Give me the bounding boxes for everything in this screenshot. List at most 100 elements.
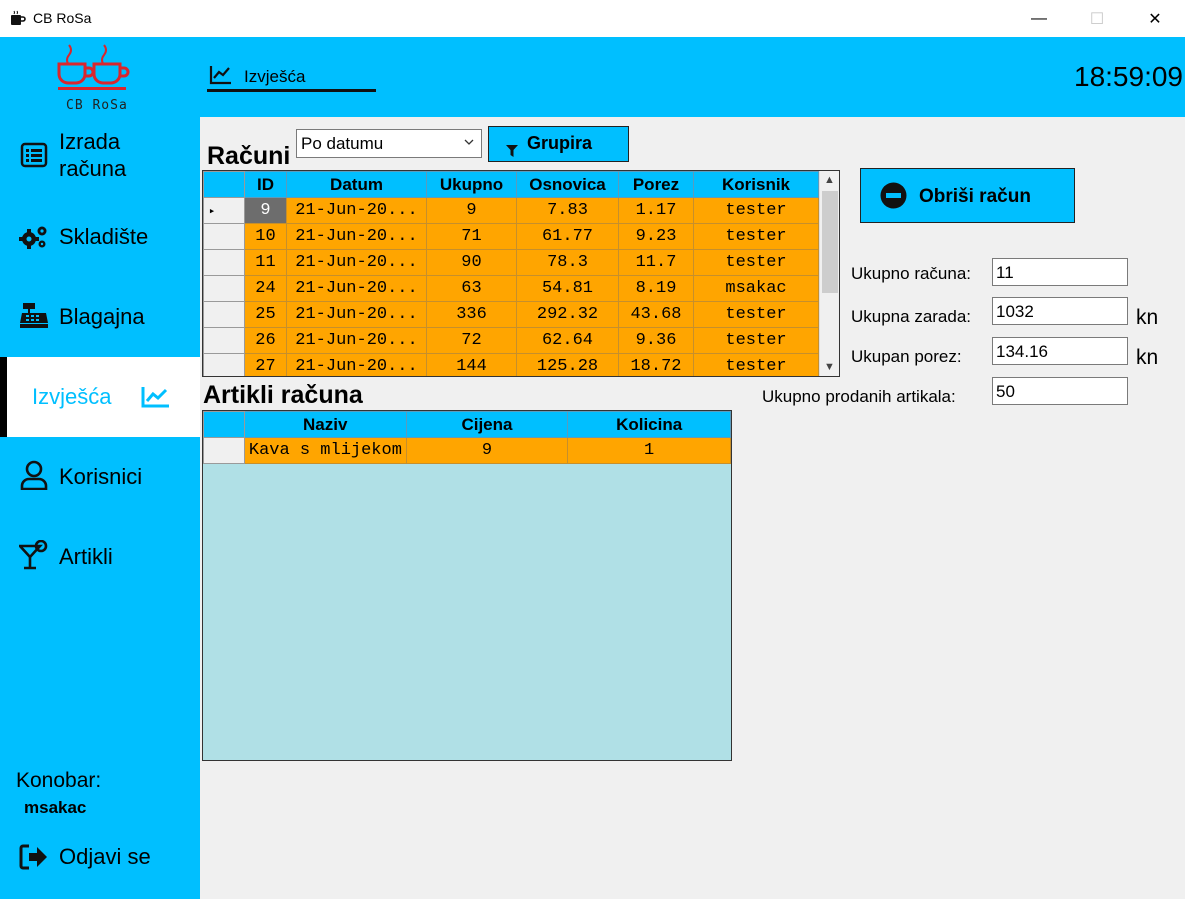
table-cell[interactable]: 61.77 <box>516 223 619 250</box>
row-header[interactable] <box>203 275 245 302</box>
sidebar-item-skladiste[interactable]: Skladište <box>0 197 200 277</box>
column-header[interactable]: Naziv <box>243 411 407 438</box>
table-cell[interactable]: 21-Jun-20... <box>286 197 427 224</box>
sidebar-item-blagajna[interactable]: Blagajna <box>0 277 200 357</box>
table-cell[interactable]: 21-Jun-20... <box>286 353 427 376</box>
currency-label: kn <box>1136 346 1159 369</box>
cocktail-icon <box>18 539 50 571</box>
close-button[interactable]: ✕ <box>1126 0 1184 37</box>
table-cell[interactable]: 78.3 <box>516 249 619 276</box>
row-header[interactable] <box>203 353 245 376</box>
column-header[interactable]: Datum <box>286 171 427 198</box>
table-row[interactable]: Kava s mlijekom 9 1 <box>203 437 731 464</box>
column-header[interactable]: Kolicina <box>567 411 731 438</box>
table-row[interactable]: ▸ 9 21-Jun-20... 9 7.83 1.17 tester <box>203 197 819 224</box>
column-header[interactable]: Korisnik <box>693 171 819 198</box>
table-cell[interactable]: 292.32 <box>516 301 619 328</box>
vertical-scrollbar[interactable]: ▲ ▼ <box>819 171 839 376</box>
table-cell[interactable]: tester <box>693 249 819 276</box>
total-bills-label: Ukupno računa: <box>851 264 972 283</box>
table-row[interactable]: 24 21-Jun-20... 63 54.81 8.19 msakac <box>203 275 819 302</box>
group-by-select[interactable]: Po datumu <box>296 129 482 158</box>
sidebar-item-izvjesca[interactable]: Izvješća <box>0 357 200 437</box>
table-cell[interactable]: tester <box>693 353 819 376</box>
sidebar-item-artikli[interactable]: Artikli <box>0 517 200 597</box>
tab-izvjesca[interactable]: Izvješća <box>207 58 376 92</box>
table-cell[interactable]: 25 <box>244 301 287 328</box>
table-cell[interactable]: tester <box>693 223 819 250</box>
table-cell[interactable]: msakac <box>693 275 819 302</box>
row-header[interactable] <box>203 301 245 328</box>
table-cell[interactable]: 9 <box>405 437 569 464</box>
table-cell[interactable]: 72 <box>426 327 517 354</box>
table-cell[interactable]: 63 <box>426 275 517 302</box>
table-cell[interactable]: 71 <box>426 223 517 250</box>
table-cell[interactable]: tester <box>693 197 819 224</box>
row-header[interactable] <box>203 249 245 276</box>
table-cell[interactable]: 1 <box>567 437 731 464</box>
table-cell[interactable]: 9 <box>244 197 287 224</box>
table-cell[interactable]: Kava s mlijekom <box>243 437 407 464</box>
table-cell[interactable]: 54.81 <box>516 275 619 302</box>
scroll-thumb[interactable] <box>822 191 838 293</box>
total-bills-field[interactable]: 11 <box>992 258 1128 286</box>
sidebar-item-korisnici[interactable]: Korisnici <box>0 437 200 517</box>
table-cell[interactable]: 11.7 <box>618 249 694 276</box>
total-earnings-field[interactable]: 1032 <box>992 297 1128 325</box>
scroll-down-icon[interactable]: ▼ <box>824 361 835 373</box>
column-header[interactable]: ID <box>244 171 287 198</box>
table-cell[interactable]: 11 <box>244 249 287 276</box>
table-row[interactable]: 27 21-Jun-20... 144 125.28 18.72 tester <box>203 353 819 376</box>
table-cell[interactable]: 21-Jun-20... <box>286 249 427 276</box>
column-header[interactable]: Ukupno <box>426 171 517 198</box>
table-cell[interactable]: 9.36 <box>618 327 694 354</box>
column-header[interactable]: Porez <box>618 171 694 198</box>
column-header[interactable]: Osnovica <box>516 171 619 198</box>
table-row[interactable]: 10 21-Jun-20... 71 61.77 9.23 tester <box>203 223 819 250</box>
table-cell[interactable]: 21-Jun-20... <box>286 301 427 328</box>
table-cell[interactable]: 7.83 <box>516 197 619 224</box>
table-cell[interactable]: 26 <box>244 327 287 354</box>
sidebar-item-izrada-racuna[interactable]: Izrada računa <box>0 117 200 197</box>
maximize-button[interactable]: ☐ <box>1068 0 1126 37</box>
table-cell[interactable]: tester <box>693 327 819 354</box>
table-cell[interactable]: 21-Jun-20... <box>286 327 427 354</box>
table-cell[interactable]: 336 <box>426 301 517 328</box>
row-header[interactable] <box>203 437 245 464</box>
row-header[interactable] <box>203 223 245 250</box>
table-cell[interactable]: 90 <box>426 249 517 276</box>
logout-button[interactable]: Odjavi se <box>0 817 200 897</box>
table-row[interactable]: 11 21-Jun-20... 90 78.3 11.7 tester <box>203 249 819 276</box>
table-cell[interactable]: 9.23 <box>618 223 694 250</box>
table-cell[interactable]: 144 <box>426 353 517 376</box>
table-cell[interactable]: 18.72 <box>618 353 694 376</box>
table-cell[interactable]: 9 <box>426 197 517 224</box>
table-cell[interactable]: 24 <box>244 275 287 302</box>
table-cell[interactable]: 8.19 <box>618 275 694 302</box>
column-header[interactable]: Cijena <box>405 411 569 438</box>
table-cell[interactable]: 10 <box>244 223 287 250</box>
table-row[interactable]: 25 21-Jun-20... 336 292.32 43.68 tester <box>203 301 819 328</box>
table-cell[interactable]: 62.64 <box>516 327 619 354</box>
scroll-up-icon[interactable]: ▲ <box>824 174 835 186</box>
table-cell[interactable]: 1.17 <box>618 197 694 224</box>
group-by-value: Po datumu <box>301 134 384 153</box>
table-cell[interactable]: 21-Jun-20... <box>286 275 427 302</box>
table-cell[interactable]: 125.28 <box>516 353 619 376</box>
racuni-grid[interactable]: ID Datum Ukupno Osnovica Porez Korisnik … <box>202 170 840 377</box>
table-row[interactable]: 26 21-Jun-20... 72 62.64 9.36 tester <box>203 327 819 354</box>
table-cell[interactable]: 43.68 <box>618 301 694 328</box>
table-cell[interactable]: 21-Jun-20... <box>286 223 427 250</box>
items-sold-field[interactable]: 50 <box>992 377 1128 405</box>
table-cell[interactable]: tester <box>693 301 819 328</box>
minimize-button[interactable]: — <box>1010 0 1068 37</box>
list-icon <box>18 139 50 171</box>
row-header[interactable] <box>203 327 245 354</box>
total-tax-field[interactable]: 134.16 <box>992 337 1128 365</box>
row-header[interactable]: ▸ <box>203 197 245 224</box>
delete-bill-button[interactable]: Obriši račun <box>860 168 1075 223</box>
group-button[interactable]: Grupira <box>488 126 629 162</box>
table-cell[interactable]: 27 <box>244 353 287 376</box>
artikli-grid[interactable]: Naziv Cijena Kolicina Kava s mlijekom 9 1 <box>202 410 732 761</box>
sign-out-icon <box>18 841 50 873</box>
